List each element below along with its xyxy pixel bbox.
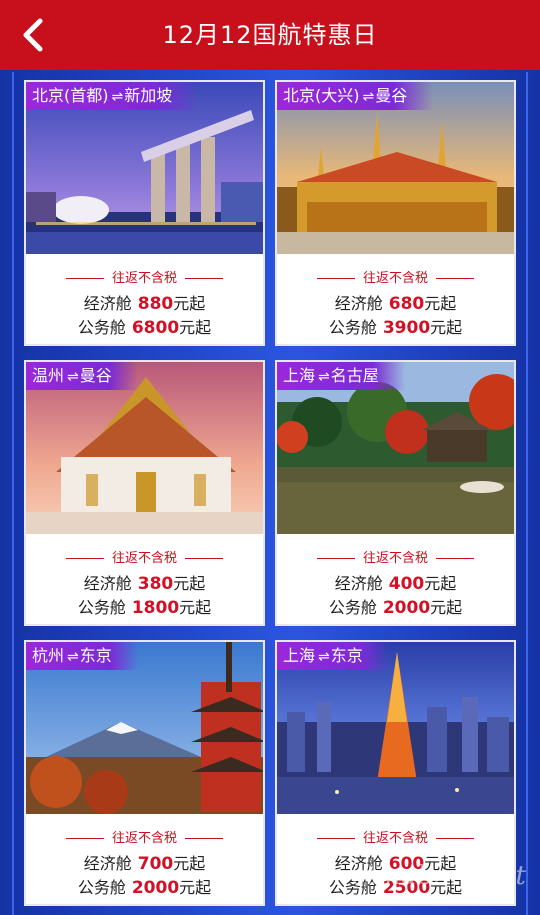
deal-card-wenzhou-bangkok[interactable]: 温州 ⇌ 曼谷 往返不含税 经济舱 380元起 公务舱 1800元起	[24, 360, 265, 626]
destination-city: 曼谷	[79, 366, 112, 385]
origin-city: 北京(首都)	[32, 86, 109, 105]
deal-card-beijing-daxing-bangkok[interactable]: 北京(大兴) ⇌ 曼谷 往返不含税 经济舱 680元起 公务舱 3900元起	[275, 80, 516, 346]
round-trip-arrow-icon: ⇌	[318, 649, 330, 665]
route-tag: 上海 ⇌ 名古屋	[277, 362, 405, 390]
destination-city: 曼谷	[375, 86, 408, 105]
business-label: 公务舱	[77, 598, 126, 617]
business-price: 6800	[131, 318, 180, 338]
origin-city: 上海	[283, 366, 316, 385]
page-title: 12月12国航特惠日	[162, 21, 378, 49]
business-label: 公务舱	[77, 878, 126, 897]
price-suffix: 元起	[173, 854, 206, 873]
price-suffix: 元起	[179, 598, 212, 617]
fare-info: 往返不含税 经济舱 600元起 公务舱 2500元起	[277, 814, 514, 904]
price-suffix: 元起	[179, 318, 212, 337]
business-price: 3900	[382, 318, 431, 338]
deal-photo-marble-temple: 温州 ⇌ 曼谷	[26, 362, 263, 534]
origin-city: 北京(大兴)	[283, 86, 360, 105]
business-fare: 公务舱 2000元起	[26, 874, 263, 898]
business-fare: 公务舱 3900元起	[277, 314, 514, 338]
economy-label: 经济舱	[83, 574, 132, 593]
round-trip-arrow-icon: ⇌	[111, 89, 124, 105]
business-label: 公务舱	[77, 318, 126, 337]
economy-fare: 经济舱 380元起	[26, 570, 263, 594]
business-price: 2000	[382, 598, 431, 618]
price-suffix: 元起	[173, 294, 206, 313]
tax-note: 往返不含税	[277, 547, 514, 566]
economy-price: 380	[137, 574, 174, 594]
watermark: ctmabing.net	[351, 861, 526, 891]
deal-photo-singapore: 北京(首都) ⇌ 新加坡	[26, 82, 263, 254]
fare-info: 往返不含税 经济舱 700元起 公务舱 2000元起	[26, 814, 263, 904]
economy-price: 400	[388, 574, 425, 594]
destination-city: 东京	[79, 646, 112, 665]
header-bar: 12月12国航特惠日	[0, 0, 540, 70]
economy-fare: 经济舱 400元起	[277, 570, 514, 594]
business-fare: 公务舱 1800元起	[26, 594, 263, 618]
destination-city: 新加坡	[124, 86, 173, 105]
round-trip-arrow-icon: ⇌	[67, 649, 79, 665]
economy-fare: 经济舱 700元起	[26, 850, 263, 874]
economy-price: 680	[388, 294, 425, 314]
price-suffix: 元起	[430, 318, 463, 337]
deal-photo-mount-fuji-pagoda: 杭州 ⇌ 东京	[26, 642, 263, 814]
route-tag: 北京(首都) ⇌ 新加坡	[26, 82, 199, 110]
origin-city: 上海	[283, 646, 316, 665]
deal-photo-nagoya-garden: 上海 ⇌ 名古屋	[277, 362, 514, 534]
business-fare: 公务舱 6800元起	[26, 314, 263, 338]
fare-info: 往返不含税 经济舱 880元起 公务舱 6800元起	[26, 254, 263, 344]
round-trip-arrow-icon: ⇌	[318, 369, 330, 385]
origin-city: 杭州	[32, 646, 65, 665]
fare-info: 往返不含税 经济舱 380元起 公务舱 1800元起	[26, 534, 263, 624]
tax-note: 往返不含税	[26, 267, 263, 286]
business-price: 1800	[131, 598, 180, 618]
route-tag: 上海 ⇌ 东京	[277, 642, 389, 670]
economy-label: 经济舱	[83, 854, 132, 873]
round-trip-arrow-icon: ⇌	[67, 369, 79, 385]
destination-city: 东京	[330, 646, 363, 665]
economy-fare: 经济舱 680元起	[277, 290, 514, 314]
tax-note: 往返不含税	[26, 827, 263, 846]
deal-card-shanghai-nagoya[interactable]: 上海 ⇌ 名古屋 往返不含税 经济舱 400元起 公务舱 2000元起	[275, 360, 516, 626]
fare-info: 往返不含税 经济舱 400元起 公务舱 2000元起	[277, 534, 514, 624]
economy-label: 经济舱	[334, 294, 383, 313]
destination-city: 名古屋	[330, 366, 379, 385]
deal-card-hangzhou-tokyo[interactable]: 杭州 ⇌ 东京 往返不含税 经济舱 700元起 公务舱 2000元起	[24, 640, 265, 906]
tax-note: 往返不含税	[26, 547, 263, 566]
business-label: 公务舱	[328, 318, 377, 337]
fare-info: 往返不含税 经济舱 680元起 公务舱 3900元起	[277, 254, 514, 344]
economy-fare: 经济舱 880元起	[26, 290, 263, 314]
route-tag: 温州 ⇌ 曼谷	[26, 362, 138, 390]
route-tag: 北京(大兴) ⇌ 曼谷	[277, 82, 434, 110]
tax-note: 往返不含税	[277, 267, 514, 286]
origin-city: 温州	[32, 366, 65, 385]
price-suffix: 元起	[179, 878, 212, 897]
tax-note: 往返不含税	[277, 827, 514, 846]
round-trip-arrow-icon: ⇌	[362, 89, 375, 105]
price-suffix: 元起	[424, 574, 457, 593]
deal-photo-tokyo-tower: 上海 ⇌ 东京	[277, 642, 514, 814]
business-price: 2000	[131, 878, 180, 898]
business-label: 公务舱	[328, 598, 377, 617]
deal-card-beijing-capital-singapore[interactable]: 北京(首都) ⇌ 新加坡 往返不含税 经济舱 880元起 公务舱 6800元起	[24, 80, 265, 346]
route-tag: 杭州 ⇌ 东京	[26, 642, 138, 670]
price-suffix: 元起	[424, 294, 457, 313]
deal-photo-bangkok-temple: 北京(大兴) ⇌ 曼谷	[277, 82, 514, 254]
economy-label: 经济舱	[83, 294, 132, 313]
economy-price: 880	[137, 294, 174, 314]
price-suffix: 元起	[173, 574, 206, 593]
economy-price: 700	[137, 854, 174, 874]
price-suffix: 元起	[430, 598, 463, 617]
business-fare: 公务舱 2000元起	[277, 594, 514, 618]
economy-label: 经济舱	[334, 574, 383, 593]
deals-area: 北京(首都)⇌新加坡 往返不含税 经济舱880元起 公务舱6800元起	[0, 70, 540, 915]
